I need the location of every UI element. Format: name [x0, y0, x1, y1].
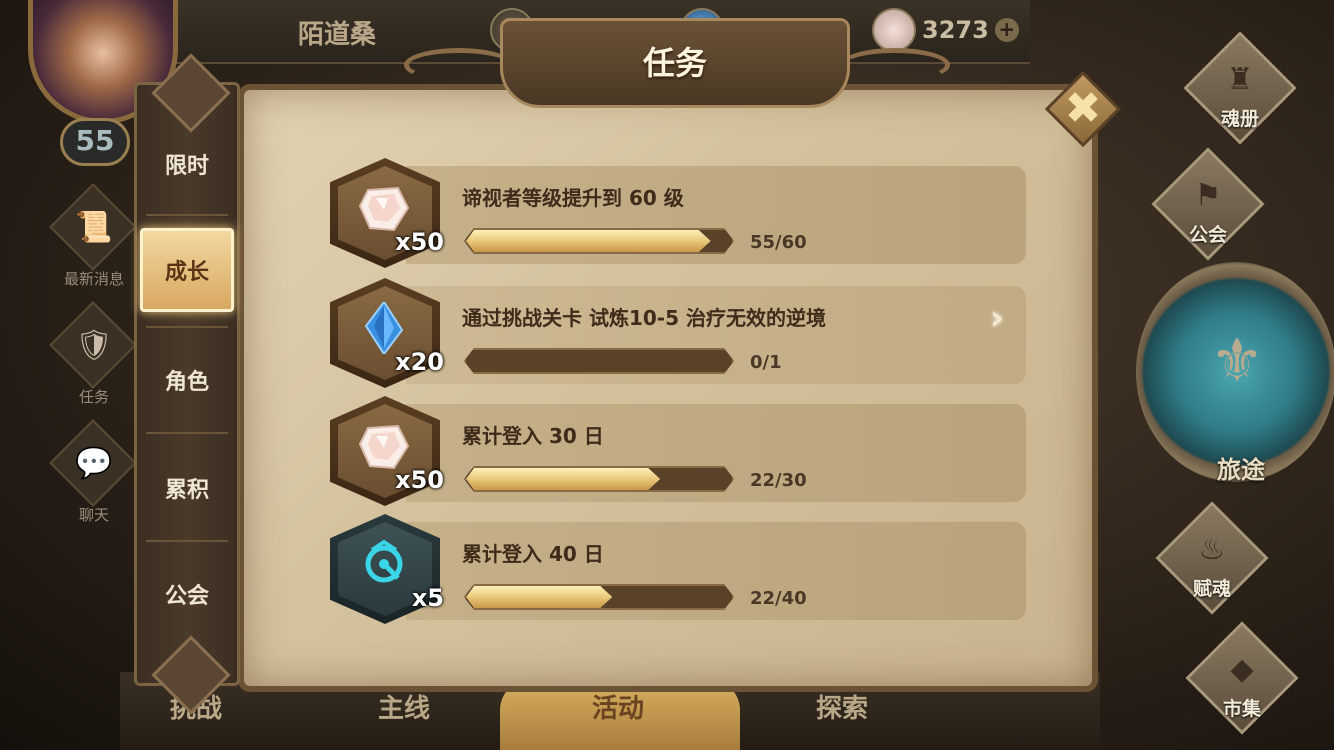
player-level-badge: 55 — [60, 118, 130, 166]
close-button[interactable]: ✖ — [1044, 70, 1122, 148]
task-progress-text: 22/40 — [750, 588, 807, 609]
side-item-label: 任务 — [78, 388, 109, 406]
nav-label: 旅途 — [1217, 456, 1265, 484]
task-progress-text: 22/30 — [750, 470, 807, 491]
task-progress-fill — [466, 468, 660, 490]
pink-gem-icon — [358, 424, 410, 470]
crystal-market-icon: ◆ — [1230, 652, 1254, 687]
nav-soul-book[interactable]: ♜ 魂册 — [1170, 31, 1300, 158]
side-item-label: 聊天 — [78, 506, 109, 524]
task-progress-text: 0/1 — [750, 352, 782, 373]
side-item-tasks[interactable]: 🛡 任务 — [44, 301, 144, 426]
side-item-chat[interactable]: 💬 聊天 — [44, 419, 144, 544]
task-progress-bar — [464, 584, 734, 610]
task-progress-text: 55/60 — [750, 232, 807, 253]
bottom-tab-events[interactable]: 活动 — [592, 688, 644, 725]
task-progress-bar — [464, 466, 734, 492]
chat-icon: 💬 — [75, 446, 113, 481]
side-item-news[interactable]: 📜 最新消息 — [44, 183, 144, 308]
tab-accumulate[interactable]: 累积 — [140, 446, 234, 530]
go-to-task-arrow-icon[interactable]: › — [990, 298, 1024, 338]
task-progress-fill — [466, 230, 711, 252]
task-progress-bar — [464, 348, 734, 374]
tab-divider — [146, 540, 228, 542]
panel-title: 任务 — [642, 44, 707, 82]
tab-character[interactable]: 角色 — [140, 338, 234, 422]
player-name: 陌道桑 — [298, 20, 377, 50]
nav-label: 魂册 — [1220, 108, 1259, 130]
nav-guild[interactable]: ⚑ 公会 — [1138, 147, 1268, 274]
bottom-tab-explore[interactable]: 探索 — [816, 688, 868, 725]
title-ornament-right — [840, 48, 950, 82]
task-description: 通过挑战关卡 试炼10-5 治疗无效的逆境 — [462, 306, 826, 330]
sword-emblem-icon: ⚜ — [1210, 326, 1264, 396]
reward-count: x5 — [411, 584, 444, 612]
nav-label: 公会 — [1188, 224, 1227, 246]
tab-guild[interactable]: 公会 — [140, 552, 234, 636]
nav-market[interactable]: ◆ 市集 — [1172, 621, 1302, 748]
scroll-icon: 📜 — [75, 210, 113, 245]
task-description: 谛视者等级提升到 60 级 — [462, 186, 684, 210]
reward-count: x50 — [395, 228, 444, 256]
tab-divider — [146, 326, 228, 328]
task-progress-fill — [466, 586, 612, 608]
task-row[interactable]: x50 谛视者等级提升到 60 级 55/60 — [330, 158, 1026, 270]
guild-banner-icon: ⚑ — [1194, 178, 1222, 213]
helmet-icon: ♜ — [1226, 62, 1254, 97]
reward-count: x50 — [395, 466, 444, 494]
task-row[interactable]: x50 累计登入 30 日 22/30 — [330, 396, 1026, 508]
flame-icon: ♨ — [1198, 532, 1226, 567]
nav-label: 赋魂 — [1192, 578, 1231, 600]
task-row[interactable]: x20 通过挑战关卡 试炼10-5 治疗无效的逆境 0/1 › — [330, 278, 1026, 390]
tab-divider — [146, 214, 228, 216]
task-description: 累计登入 40 日 — [462, 542, 604, 566]
tab-limited[interactable]: 限时 — [140, 122, 234, 206]
task-progress-bar — [464, 228, 734, 254]
title-ornament-left — [404, 48, 514, 82]
pink-gem-icon — [358, 186, 410, 232]
badge-icon: 🛡 — [74, 328, 114, 363]
resource-value: 3273 — [922, 16, 989, 44]
bottom-tab-main-story[interactable]: 主线 — [378, 688, 430, 725]
nav-label: 市集 — [1222, 698, 1261, 720]
tab-growth[interactable]: 成长 — [140, 228, 234, 312]
nav-soul-infuse[interactable]: ♨ 赋魂 — [1142, 501, 1272, 628]
add-gem-button[interactable]: + — [994, 18, 1019, 42]
resource-pink-gem[interactable]: 3273 + — [872, 8, 1019, 52]
task-row[interactable]: x5 累计登入 40 日 22/40 — [330, 514, 1026, 626]
reward-count: x20 — [395, 348, 444, 376]
close-icon: ✖ — [1064, 83, 1102, 134]
side-item-label: 最新消息 — [63, 270, 124, 288]
tab-divider — [146, 432, 228, 434]
left-side-menu: 📜 最新消息 🛡 任务 💬 聊天 — [44, 183, 144, 544]
task-description: 累计登入 30 日 — [462, 424, 604, 448]
nav-journey[interactable]: ⚜ 旅途 — [1136, 262, 1334, 502]
pink-gem-icon — [872, 8, 916, 52]
rune-stone-icon — [365, 539, 403, 583]
blue-crystal-icon — [364, 302, 404, 354]
